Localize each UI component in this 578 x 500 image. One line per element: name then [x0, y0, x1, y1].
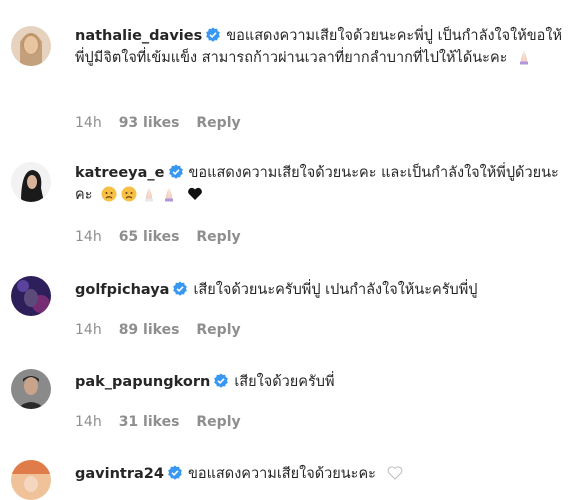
comment-body: ขอแสดงความเสียใจด้วยนะคะ — [187, 466, 376, 482]
username[interactable]: katreeya_e — [75, 165, 165, 181]
verified-badge-icon — [168, 465, 182, 480]
username[interactable]: gavintra24 — [75, 466, 164, 482]
black-heart-icon — [188, 187, 202, 200]
white-heart-icon — [387, 466, 402, 480]
avatar[interactable] — [11, 369, 51, 409]
comment-body: เสียใจด้วยครับพี่ — [234, 374, 335, 390]
avatar[interactable] — [11, 26, 51, 66]
verified-badge-icon — [214, 373, 229, 388]
folded-hands-icon — [145, 188, 154, 202]
comment-body: เสียใจด้วยนะครับพี่ปู เปนกำลังใจให้นะครั… — [193, 282, 478, 298]
avatar[interactable] — [11, 162, 51, 202]
verified-badge-icon — [206, 27, 221, 42]
comment-text: gavintra24 ขอแสดงความเสียใจด้วยนะคะ — [75, 463, 568, 485]
like-count[interactable]: 65 likes — [119, 229, 180, 245]
reply-button[interactable]: Reply — [196, 229, 240, 245]
sad-face-icon — [121, 186, 137, 202]
reply-button[interactable]: Reply — [196, 322, 240, 338]
reply-button[interactable]: Reply — [196, 115, 240, 131]
avatar[interactable] — [11, 460, 51, 500]
comment-time[interactable]: 14h — [75, 322, 102, 338]
folded-hands-icon — [520, 51, 529, 65]
username[interactable]: pak_papungkorn — [75, 374, 210, 390]
comment-time[interactable]: 14h — [75, 414, 102, 430]
verified-badge-icon — [168, 164, 183, 179]
username[interactable]: nathalie_davies — [75, 28, 202, 44]
comment-text: nathalie_davies ขอแสดงความเสียใจด้วยนะคะพ… — [75, 25, 568, 69]
like-count[interactable]: 89 likes — [119, 322, 180, 338]
comment-time[interactable]: 14h — [75, 115, 102, 131]
like-count[interactable]: 93 likes — [119, 115, 180, 131]
like-count[interactable]: 31 likes — [119, 414, 180, 430]
comment-text: pak_papungkorn เสียใจด้วยครับพี่ — [75, 371, 568, 393]
sad-face-icon — [101, 186, 117, 202]
folded-hands-icon — [165, 188, 174, 202]
verified-badge-icon — [173, 281, 188, 296]
comment-time[interactable]: 14h — [75, 229, 102, 245]
comment-text: katreeya_e ขอแสดงความเสียใจด้วยนะคะ และเป… — [75, 162, 568, 206]
comment-text: golfpichaya เสียใจด้วยนะครับพี่ปู เปนกำลั… — [75, 279, 568, 301]
username[interactable]: golfpichaya — [75, 282, 169, 298]
reply-button[interactable]: Reply — [196, 414, 240, 430]
avatar[interactable] — [11, 276, 51, 316]
